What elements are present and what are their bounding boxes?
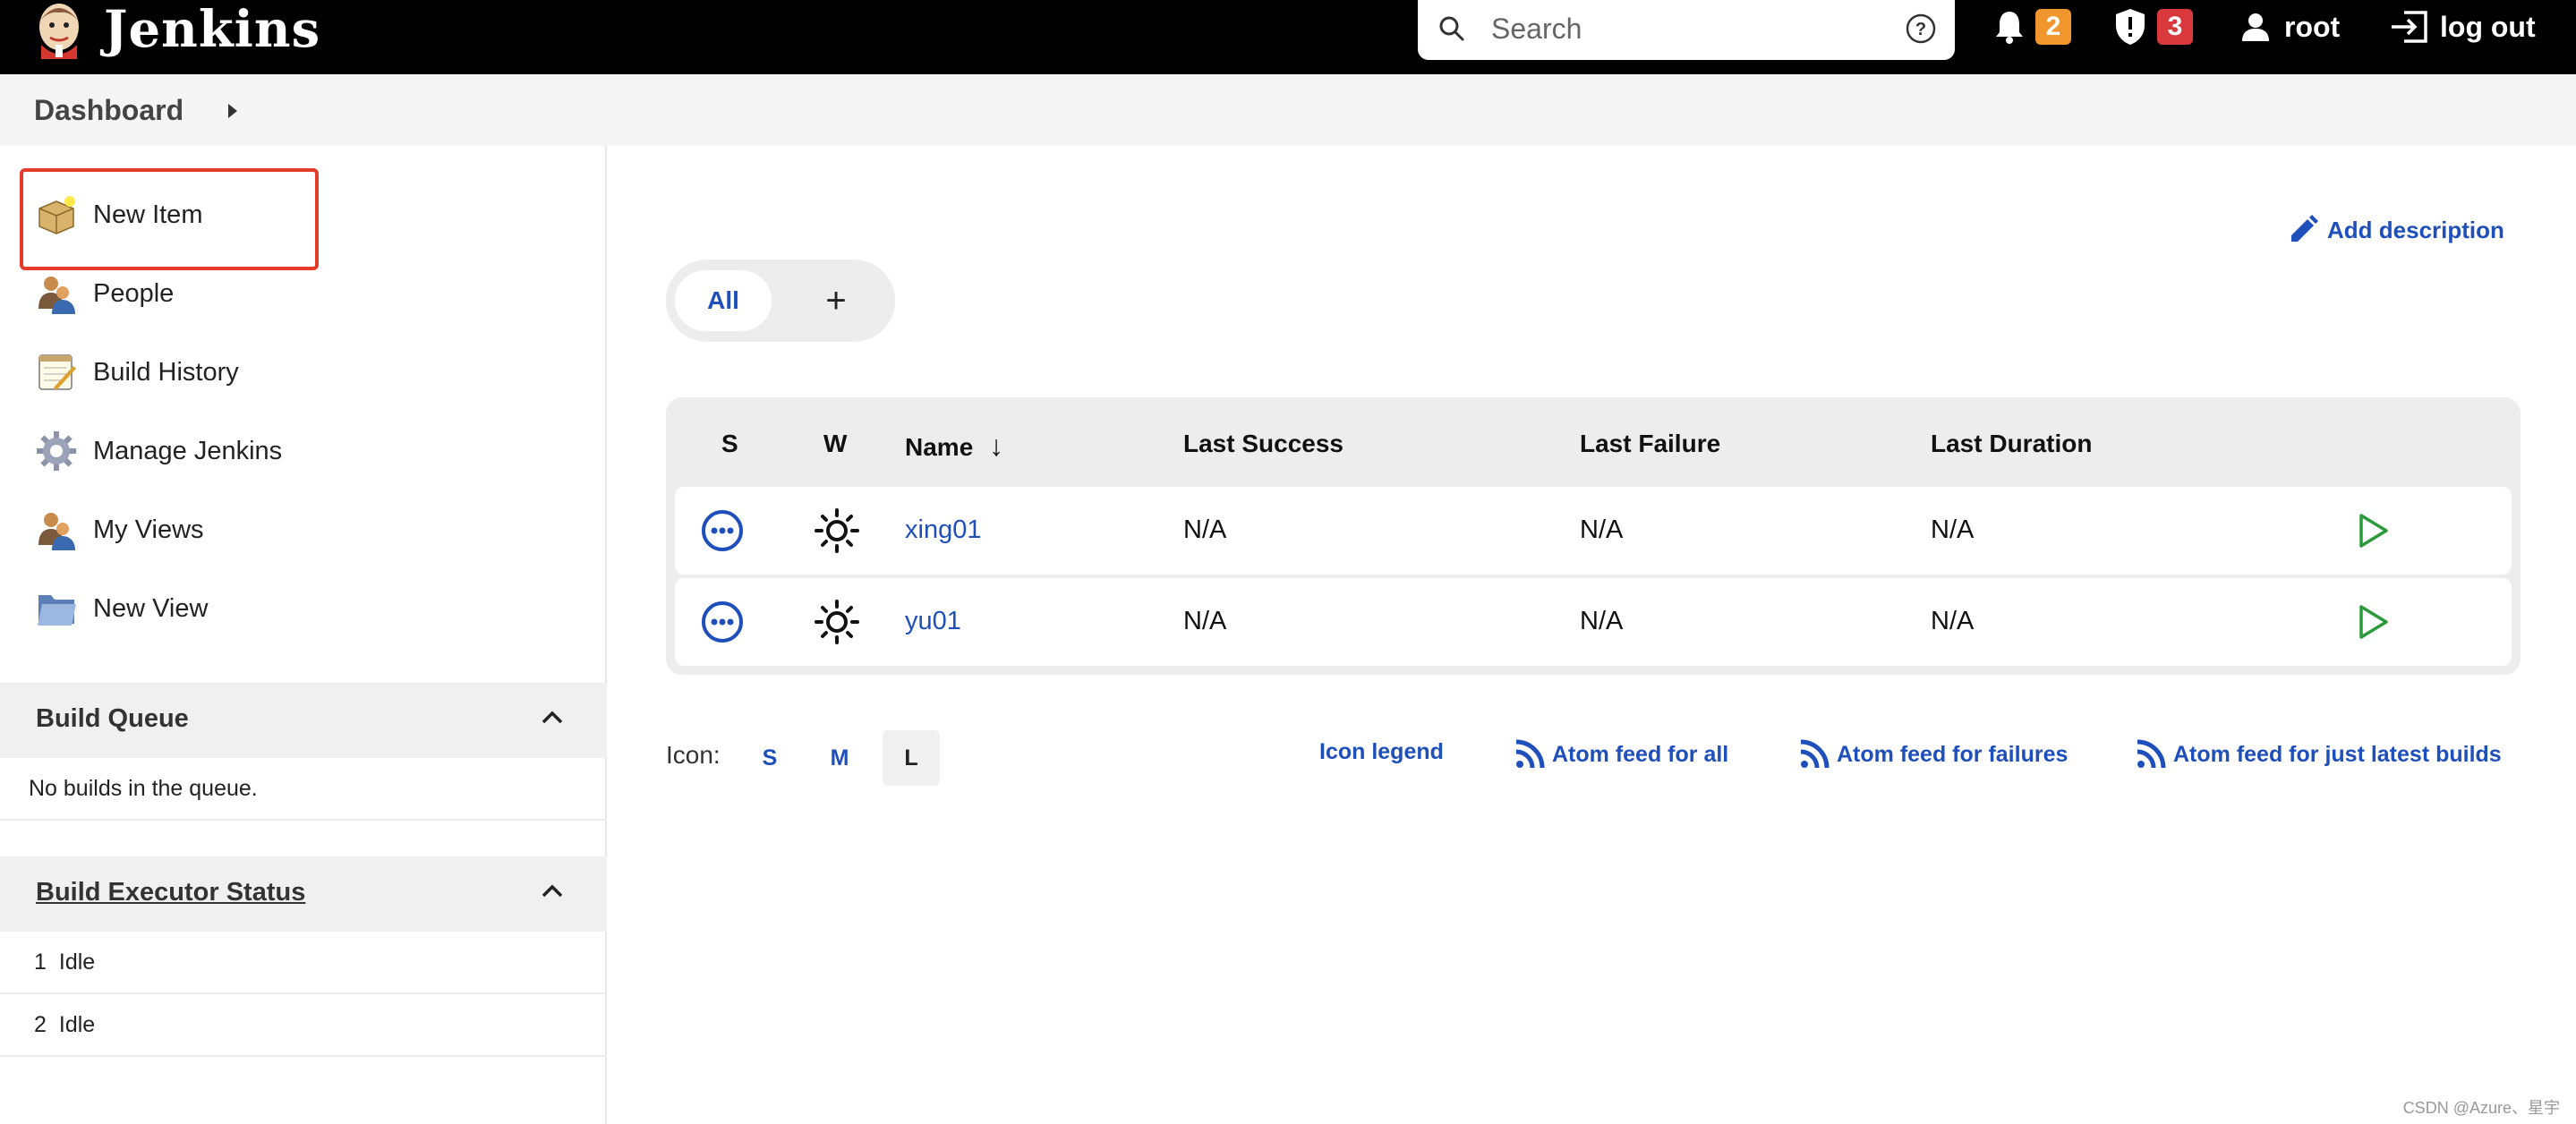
job-last-failure: N/A bbox=[1580, 515, 1624, 544]
executor-number: 2 bbox=[34, 1011, 47, 1037]
column-header-name-label: Name bbox=[905, 433, 974, 461]
executor-status: Idle bbox=[58, 949, 96, 975]
weather-sunny-icon bbox=[815, 600, 859, 644]
table-row: yu01 N/A N/A N/A bbox=[675, 578, 2512, 666]
search-icon bbox=[1439, 16, 1464, 41]
people-icon bbox=[36, 273, 77, 314]
task-label: Build History bbox=[93, 357, 239, 387]
column-header-last-failure[interactable]: Last Failure bbox=[1580, 430, 1720, 458]
gear-icon bbox=[36, 430, 77, 472]
job-name-link[interactable]: yu01 bbox=[905, 607, 961, 636]
logout-icon bbox=[2392, 11, 2427, 43]
highlight-box bbox=[20, 168, 319, 270]
column-header-status[interactable]: S bbox=[721, 430, 738, 458]
column-header-last-success[interactable]: Last Success bbox=[1183, 430, 1343, 458]
shield-alert-icon bbox=[2116, 9, 2145, 45]
build-now-play-icon[interactable] bbox=[2356, 508, 2392, 553]
top-header: Jenkins ? 2 3 root bbox=[0, 0, 2576, 74]
add-description-link[interactable]: Add description bbox=[2288, 215, 2504, 245]
breadcrumb-caret-icon[interactable] bbox=[226, 102, 240, 120]
task-label: New View bbox=[93, 593, 209, 623]
view-tabs: All + bbox=[666, 260, 895, 342]
tab-all[interactable]: All bbox=[675, 270, 772, 331]
watermark: CSDN @Azure、星宇 bbox=[2402, 1099, 2560, 1117]
atom-feed-failures-link[interactable]: Atom feed for failures bbox=[1799, 739, 2068, 770]
column-header-name[interactable]: Name ↓ bbox=[905, 430, 1003, 463]
job-last-duration: N/A bbox=[1931, 607, 1975, 635]
search-box[interactable]: ? bbox=[1418, 0, 1955, 60]
icon-legend-label: Icon legend bbox=[1319, 739, 1444, 764]
build-now-play-icon[interactable] bbox=[2356, 600, 2392, 644]
status-pending-icon bbox=[702, 510, 743, 551]
user-name: root bbox=[2284, 10, 2341, 43]
task-people[interactable]: People bbox=[36, 267, 174, 320]
task-my-views[interactable]: My Views bbox=[36, 503, 204, 557]
atom-feed-failures-label: Atom feed for failures bbox=[1837, 741, 2068, 767]
sort-arrow-icon: ↓ bbox=[989, 430, 1004, 462]
security-button[interactable]: 3 bbox=[2112, 0, 2193, 54]
tab-add-view[interactable]: + bbox=[800, 270, 872, 331]
security-badge: 3 bbox=[2157, 9, 2193, 45]
job-last-failure: N/A bbox=[1580, 607, 1624, 635]
user-menu[interactable]: root bbox=[2239, 0, 2340, 54]
atom-feed-all-label: Atom feed for all bbox=[1552, 741, 1729, 767]
jenkins-logo-icon bbox=[30, 0, 88, 59]
task-label: Manage Jenkins bbox=[93, 436, 283, 465]
rss-icon bbox=[1800, 739, 1830, 769]
chevron-up-icon[interactable] bbox=[541, 880, 564, 903]
pencil-icon bbox=[2291, 215, 2318, 242]
icon-size-s[interactable]: S bbox=[741, 730, 798, 786]
icon-size-m[interactable]: M bbox=[811, 730, 868, 786]
job-last-duration: N/A bbox=[1931, 515, 1975, 544]
task-label: People bbox=[93, 278, 175, 308]
people-icon bbox=[36, 509, 77, 550]
atom-feed-latest-label: Atom feed for just latest builds bbox=[2173, 741, 2502, 767]
svg-text:?: ? bbox=[1915, 20, 1926, 39]
job-last-success: N/A bbox=[1183, 515, 1227, 544]
status-pending-icon bbox=[702, 601, 743, 643]
bell-icon bbox=[1996, 12, 2023, 44]
column-header-weather[interactable]: W bbox=[823, 430, 847, 458]
rss-icon bbox=[1515, 739, 1545, 769]
add-description-label: Add description bbox=[2327, 216, 2504, 243]
atom-feed-all-link[interactable]: Atom feed for all bbox=[1514, 739, 1728, 770]
task-manage-jenkins[interactable]: Manage Jenkins bbox=[36, 424, 282, 478]
job-name-link[interactable]: xing01 bbox=[905, 515, 981, 545]
executor-row: 2 Idle bbox=[0, 994, 607, 1057]
executor-status: Idle bbox=[58, 1011, 96, 1037]
task-new-view[interactable]: New View bbox=[36, 582, 208, 635]
icon-legend-link[interactable]: Icon legend bbox=[1319, 739, 1444, 765]
logout-link[interactable]: log out bbox=[2390, 0, 2536, 54]
breadcrumb-dashboard[interactable]: Dashboard bbox=[34, 94, 183, 127]
rss-icon bbox=[2137, 739, 2166, 769]
icon-size-l[interactable]: L bbox=[883, 730, 940, 786]
executor-status-title[interactable]: Build Executor Status bbox=[36, 878, 305, 907]
user-icon bbox=[2242, 13, 2269, 41]
executor-number: 1 bbox=[34, 949, 47, 975]
task-build-history[interactable]: Build History bbox=[36, 345, 239, 399]
table-row: xing01 N/A N/A N/A bbox=[675, 487, 2512, 575]
executor-row: 1 Idle bbox=[0, 932, 607, 994]
logout-label: log out bbox=[2440, 10, 2536, 43]
search-input[interactable] bbox=[1491, 11, 1867, 47]
task-label: My Views bbox=[93, 515, 204, 544]
icon-size-label: Icon: bbox=[666, 741, 721, 769]
brand-title: Jenkins bbox=[104, 0, 321, 59]
notifications-button[interactable]: 2 bbox=[1992, 0, 2071, 54]
jobs-table: S W Name ↓ Last Success Last Failure Las… bbox=[666, 397, 2521, 675]
folder-icon bbox=[36, 588, 77, 629]
breadcrumb: Dashboard bbox=[0, 74, 2576, 146]
job-last-success: N/A bbox=[1183, 607, 1227, 635]
column-header-last-duration[interactable]: Last Duration bbox=[1931, 430, 2092, 458]
notifications-badge: 2 bbox=[2035, 9, 2071, 45]
executor-status-header[interactable]: Build Executor Status bbox=[0, 856, 607, 932]
atom-feed-latest-link[interactable]: Atom feed for just latest builds bbox=[2136, 739, 2502, 770]
weather-sunny-icon bbox=[815, 508, 859, 553]
table-footer: Icon: S M L Icon legend Atom feed for al… bbox=[0, 727, 2576, 786]
notepad-icon bbox=[36, 352, 77, 393]
help-icon[interactable]: ? bbox=[1905, 13, 1937, 45]
jenkins-home-link[interactable]: Jenkins bbox=[30, 0, 320, 59]
